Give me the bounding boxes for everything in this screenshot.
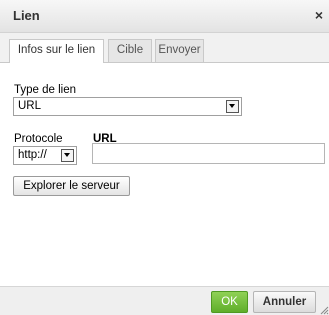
link-type-select[interactable]: URL	[13, 97, 242, 116]
url-input[interactable]	[92, 143, 325, 164]
chevron-down-icon[interactable]	[61, 149, 74, 162]
tab-target[interactable]: Cible	[108, 39, 152, 62]
browse-server-button[interactable]: Explorer le serveur	[13, 176, 130, 196]
link-type-value: URL	[18, 100, 42, 112]
ok-button[interactable]: OK	[211, 291, 248, 313]
protocol-label: Protocole	[14, 133, 63, 145]
resize-grip-icon[interactable]	[319, 305, 329, 315]
link-dialog: Lien × Infos sur le lien Cible Envoyer T…	[0, 0, 329, 315]
chevron-down-icon[interactable]	[226, 100, 239, 113]
link-type-label: Type de lien	[14, 84, 77, 96]
tab-bar: Infos sur le lien Cible Envoyer	[0, 33, 329, 63]
close-icon[interactable]: ×	[315, 7, 323, 23]
dialog-title: Lien	[13, 8, 40, 23]
tab-link-info[interactable]: Infos sur le lien	[9, 39, 104, 63]
cancel-button[interactable]: Annuler	[253, 291, 316, 313]
protocol-select[interactable]: http://	[13, 146, 77, 165]
dialog-titlebar[interactable]: Lien ×	[0, 0, 329, 33]
tab-upload[interactable]: Envoyer	[155, 39, 204, 62]
protocol-value: http://	[18, 149, 47, 161]
